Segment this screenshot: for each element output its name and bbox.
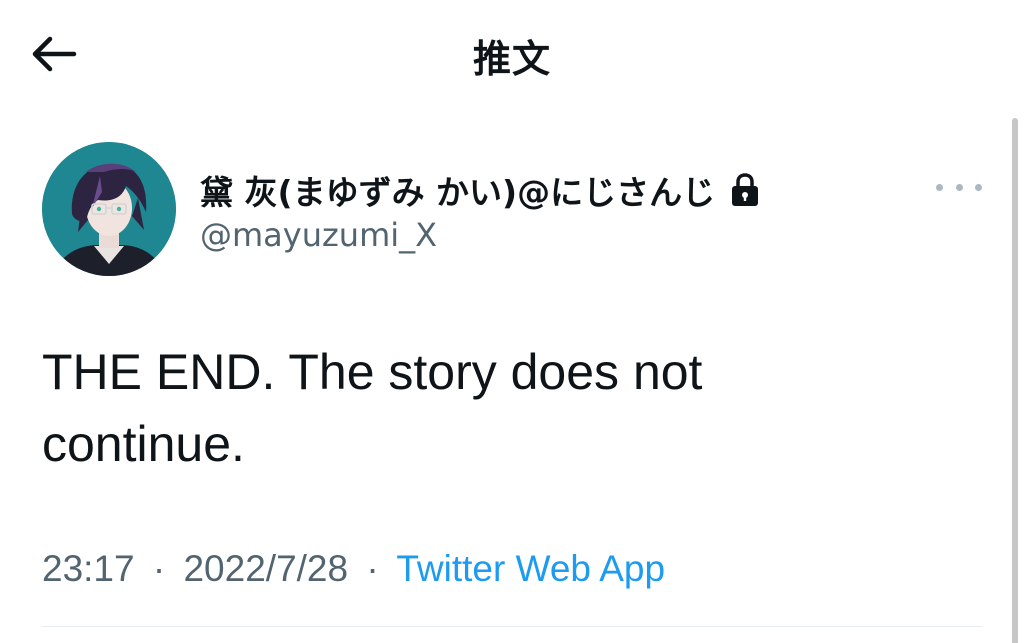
tweet-detail-page: 推文 黛 灰(まゆずみ かい)@にじさんじ @mayuzumi_X THE EN… [0,0,1024,643]
scrollbar[interactable] [1012,118,1018,643]
meta-separator: · [152,548,166,589]
tweet-time[interactable]: 23:17 [42,548,135,589]
tweet-text-line: continue. [42,416,245,472]
lock-icon [732,173,759,206]
more-dot-icon [955,183,963,191]
tweet-text-line: THE END. The story does not [42,344,703,400]
tweet-date[interactable]: 2022/7/28 [183,548,348,589]
meta-separator: · [366,548,379,589]
tweet-source-link[interactable]: Twitter Web App [396,548,665,589]
page-title: 推文 [472,37,551,81]
display-name-text: 黛 灰(まゆずみ かい)@にじさんじ [200,173,716,212]
more-options-button[interactable] [936,172,982,202]
tweet-text: THE END. The story does not continue. [42,336,942,480]
divider [42,626,982,627]
more-dot-icon [975,183,982,191]
avatar-image [42,142,176,276]
author-display-name[interactable]: 黛 灰(まゆずみ かい)@にじさんじ [200,166,761,214]
tweet-meta: 23:17 · 2022/7/28 · Twitter Web App [42,548,665,590]
author-handle[interactable]: @mayuzumi_X [200,216,437,254]
avatar[interactable] [42,142,176,276]
top-header: 推文 [0,0,1024,108]
more-dot-icon [936,183,943,191]
